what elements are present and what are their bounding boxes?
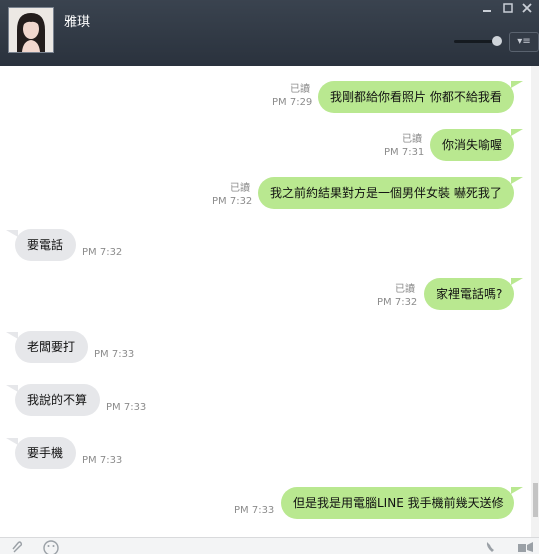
message-time: PM 7:32 (82, 247, 123, 258)
incoming-message-bubble[interactable]: 我說的不算 (15, 384, 100, 416)
outgoing-message-bubble[interactable]: 我剛都給你看照片 你都不給我看 (318, 81, 514, 113)
chat-area: 已讀 PM 7:29 我剛都給你看照片 你都不給我看 已讀 PM 7:31 你消… (0, 66, 539, 537)
chat-scrollbar[interactable] (531, 66, 539, 537)
incoming-message-bubble[interactable]: 要手機 (15, 437, 76, 469)
bubble-tail (511, 81, 523, 88)
read-receipt: 已讀 (230, 183, 250, 194)
bubble-tail (511, 129, 523, 136)
message-footer (0, 537, 539, 556)
minimize-icon[interactable] (480, 2, 494, 14)
message-time: PM 7:29 (272, 97, 313, 108)
phone-icon[interactable] (484, 538, 498, 554)
read-receipt: 已讀 (395, 284, 415, 295)
bubble-tail (511, 177, 523, 184)
incoming-message-bubble[interactable]: 老闆要打 (15, 331, 88, 363)
bubble-tail (511, 487, 523, 494)
outgoing-message-bubble[interactable]: 你消失喻喔 (430, 129, 514, 161)
close-icon[interactable] (520, 2, 534, 14)
outgoing-message-bubble[interactable]: 但是我是用電腦LINE 我手機前幾天送修 (281, 487, 514, 519)
outgoing-message-bubble[interactable]: 我之前約結果對方是一個男伴女裝 嚇死我了 (258, 177, 514, 209)
read-receipt: 已讀 (290, 84, 310, 95)
message-time: PM 7:33 (234, 505, 275, 516)
message-time: PM 7:33 (82, 455, 123, 466)
smiley-icon[interactable] (42, 538, 60, 556)
read-receipt: 已讀 (402, 134, 422, 145)
message-time: PM 7:32 (377, 297, 418, 308)
incoming-message-bubble[interactable]: 要電話 (15, 229, 76, 261)
maximize-icon[interactable] (501, 2, 515, 14)
paperclip-icon[interactable] (8, 538, 24, 554)
message-time: PM 7:31 (384, 147, 425, 158)
contact-avatar[interactable] (8, 7, 54, 53)
message-time: PM 7:33 (106, 402, 147, 413)
message-time: PM 7:33 (94, 349, 135, 360)
contact-name: 雅琪 (64, 15, 91, 30)
menu-dropdown-icon[interactable]: ▾≡ (509, 32, 539, 52)
more-icon[interactable] (517, 538, 535, 554)
bubble-tail (511, 278, 523, 285)
slider-knob[interactable] (492, 36, 502, 46)
message-time: PM 7:32 (212, 196, 253, 207)
title-bar: 雅琪 ▾≡ (0, 0, 539, 66)
outgoing-message-bubble[interactable]: 家裡電話嗎? (424, 278, 514, 310)
scrollbar-thumb[interactable] (533, 483, 538, 517)
